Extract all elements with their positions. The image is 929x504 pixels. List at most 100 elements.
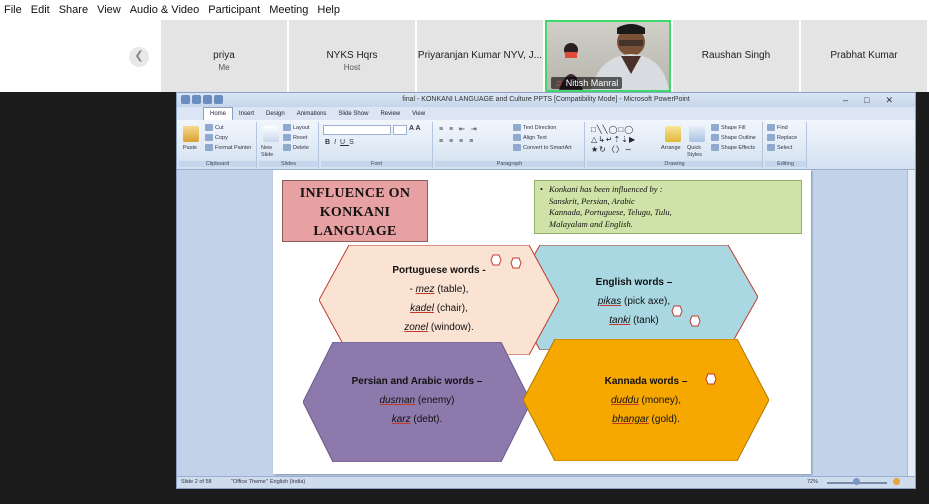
- scissors-icon: [205, 124, 213, 131]
- copy-icon: [205, 134, 213, 141]
- participant-name: Prabhat Kumar: [830, 50, 898, 61]
- participant-tile[interactable]: Priyaranjan Kumar NYV, J...: [417, 20, 543, 92]
- drawing-group: □╲╲◯□◯ △↳↵⇡⇣▶ ★↻〈〉∽ Arrange Quick Styles S…: [587, 122, 763, 168]
- align-buttons[interactable]: ≡ ≡ ≡ ≡: [439, 138, 475, 145]
- select-button[interactable]: Select: [767, 144, 792, 151]
- menu-meeting[interactable]: Meeting: [269, 4, 308, 16]
- align-text-button[interactable]: Align Text: [513, 134, 547, 141]
- paste-icon[interactable]: [183, 126, 199, 142]
- paste-button[interactable]: Paste: [183, 145, 197, 151]
- influence-note: • Konkani has been influenced by : Sanskr…: [534, 180, 802, 234]
- replace-button[interactable]: Replace: [767, 134, 797, 141]
- note-bullet: Konkani has been influenced by :: [549, 184, 663, 194]
- reset-button[interactable]: Reset: [283, 134, 307, 141]
- ribbon-tabs: Home Insert Design Animations Slide Show Revi…: [177, 107, 915, 121]
- word: bhangar: [612, 414, 649, 425]
- zoom-slider-thumb[interactable]: [853, 478, 860, 485]
- quick-styles-icon[interactable]: [689, 126, 705, 142]
- participant-video-tile[interactable]: ♫ Nitish Manral: [545, 20, 671, 92]
- smartart-button[interactable]: Convert to SmartArt: [513, 144, 572, 151]
- participant-tile[interactable]: priya Me: [161, 20, 287, 92]
- group-label: Clipboard: [179, 161, 256, 167]
- note-line: Sanskrit, Persian, Arabic: [549, 195, 635, 206]
- hexagon-marker-icon: [671, 305, 683, 317]
- menu-participant[interactable]: Participant: [208, 4, 260, 16]
- participant-role: Host: [343, 63, 361, 72]
- paragraph-group: ≡ ≡ ⇤ ⇥ ≡ ≡ ≡ ≡ Text Direction Align Tex…: [435, 122, 585, 168]
- cut-button[interactable]: Cut: [205, 124, 224, 131]
- participant-tile[interactable]: NYKS Hqrs Host: [289, 20, 415, 92]
- theme-name: "Office Theme": [231, 479, 268, 485]
- font-size-select[interactable]: [393, 125, 407, 135]
- fit-window-icon[interactable]: [893, 478, 900, 485]
- word: mez: [415, 284, 435, 295]
- participant-name: NYKS Hqrs: [326, 50, 378, 61]
- persian-heading: Persian and Arabic words –: [351, 376, 483, 387]
- chevron-left-icon[interactable]: ❮: [129, 47, 149, 67]
- slide-title: INFLUENCE ON KONKANI LANGUAGE: [282, 180, 428, 242]
- status-bar: Slide 2 of 58 "Office Theme" English (In…: [177, 476, 915, 488]
- shape-outline-button[interactable]: Shape Outline: [711, 134, 756, 141]
- mic-muted-icon: ♫: [555, 78, 562, 88]
- menu-view[interactable]: View: [97, 4, 121, 16]
- shared-screen-powerpoint: final - KONKANI LANGUAGE and Culture PPT…: [176, 92, 916, 489]
- hexagon-kannada[interactable]: Kannada words – duddu (money), bhangar (…: [523, 339, 769, 461]
- participant-tile[interactable]: Prabhat Kumar: [801, 20, 927, 92]
- word: duddu: [610, 395, 639, 406]
- brush-icon: [205, 144, 213, 151]
- find-button[interactable]: Find: [767, 124, 788, 131]
- shape-fill-button[interactable]: Shape Fill: [711, 124, 745, 131]
- group-label: Paragraph: [435, 161, 584, 167]
- group-label: Editing: [765, 161, 806, 167]
- delete-button[interactable]: Delete: [283, 144, 309, 151]
- font-name-select[interactable]: [323, 125, 391, 135]
- new-slide-icon[interactable]: [263, 126, 279, 142]
- menu-share[interactable]: Share: [59, 4, 88, 16]
- arrange-button[interactable]: Arrange: [661, 145, 681, 151]
- hexagon-marker-icon: [689, 315, 701, 327]
- menu-file[interactable]: File: [4, 4, 22, 16]
- language-indicator[interactable]: English (India): [270, 477, 305, 488]
- note-line: Malayalam and English.: [549, 218, 633, 229]
- group-label: Font: [321, 161, 432, 167]
- video-name-label: ♫ Nitish Manral: [551, 77, 623, 89]
- hexagon-persian-arabic[interactable]: Persian and Arabic words – dusman (enemy…: [303, 342, 531, 462]
- shape-effects-button[interactable]: Shape Effects: [711, 144, 755, 151]
- copy-button[interactable]: Copy: [205, 134, 228, 141]
- list-buttons[interactable]: ≡ ≡ ⇤ ⇥: [439, 125, 479, 133]
- window-controls[interactable]: –□✕: [843, 93, 909, 107]
- font-format-buttons[interactable]: BIUS: [325, 139, 358, 146]
- portuguese-heading: Portuguese words -: [392, 265, 486, 276]
- quick-styles-button[interactable]: Quick Styles: [687, 145, 709, 159]
- menu-audio-video[interactable]: Audio & Video: [130, 4, 200, 16]
- text-direction-button[interactable]: Text Direction: [513, 124, 556, 131]
- font-grow-button[interactable]: A A: [409, 125, 421, 132]
- zoom-level[interactable]: 72%: [807, 477, 818, 488]
- delete-icon: [283, 144, 291, 151]
- word: kadel: [410, 303, 434, 314]
- slides-group: New Slide Layout Reset Delete Slides: [259, 122, 319, 168]
- replace-icon: [767, 134, 775, 141]
- ppt-title: final - KONKANI LANGUAGE and Culture PPT…: [402, 96, 690, 103]
- menu-edit[interactable]: Edit: [31, 4, 50, 16]
- slide[interactable]: INFLUENCE ON KONKANI LANGUAGE • Konkani h…: [273, 170, 811, 474]
- english-heading: English words –: [595, 277, 673, 288]
- menu-help[interactable]: Help: [317, 4, 340, 16]
- smartart-icon: [513, 144, 521, 151]
- group-label: Slides: [259, 161, 318, 167]
- participant-name: Nitish Manral: [565, 78, 619, 88]
- format-painter-button[interactable]: Format Painter: [205, 144, 251, 151]
- participant-name: Raushan Singh: [701, 50, 771, 61]
- zoom-menu-bar: File Edit Share View Audio & Video Parti…: [0, 0, 929, 20]
- shapes-gallery[interactable]: □╲╲◯□◯ △↳↵⇡⇣▶ ★↻〈〉∽: [591, 125, 636, 155]
- slide-counter: Slide 2 of 58: [181, 479, 212, 485]
- new-slide-button[interactable]: New Slide: [261, 145, 283, 159]
- tab-home[interactable]: Home: [203, 107, 234, 121]
- layout-button[interactable]: Layout: [283, 124, 310, 131]
- vertical-scrollbar[interactable]: [907, 170, 915, 478]
- kannada-heading: Kannada words –: [604, 376, 688, 387]
- participant-tile[interactable]: Raushan Singh: [673, 20, 799, 92]
- hexagon-text: Persian and Arabic words – dusman (enemy…: [351, 376, 483, 425]
- hexagon-marker-icon: [705, 373, 717, 385]
- arrange-icon[interactable]: [665, 126, 681, 142]
